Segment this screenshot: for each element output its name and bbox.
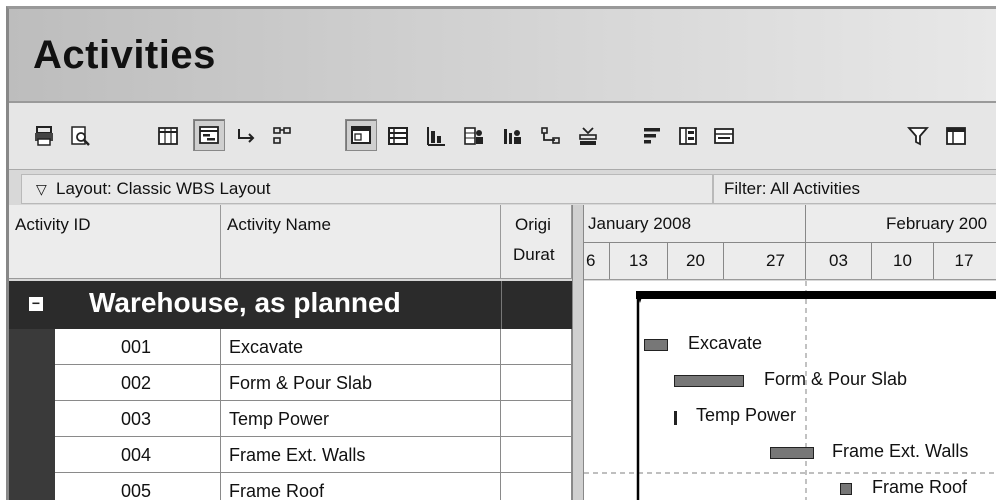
wbs-indent-bar xyxy=(9,329,55,500)
print-icon[interactable] xyxy=(29,121,59,151)
activity-bar[interactable] xyxy=(770,447,814,459)
activity-bar-label: Frame Ext. Walls xyxy=(832,441,969,461)
activity-id-cell[interactable]: 004 xyxy=(55,437,221,473)
activity-id-cell[interactable]: 002 xyxy=(55,365,221,401)
orig-dur-cell[interactable] xyxy=(501,329,572,365)
activity-bar-label: Form & Pour Slab xyxy=(764,369,908,389)
timescale-week: 20 xyxy=(668,243,724,279)
activity-id-cell[interactable]: 001 xyxy=(55,329,221,365)
orig-dur-cell[interactable] xyxy=(501,401,572,437)
filter-icon[interactable] xyxy=(903,121,933,151)
toolbar xyxy=(9,103,996,170)
table-row[interactable]: 004 Frame Ext. Walls xyxy=(55,437,572,473)
activity-details-icon[interactable] xyxy=(383,121,413,151)
filter-indicator[interactable]: Filter: All Activities xyxy=(713,174,996,204)
activity-id-cell[interactable]: 003 xyxy=(55,401,221,437)
layout-icon[interactable] xyxy=(941,121,971,151)
activity-bar-label: Temp Power xyxy=(696,405,797,425)
gantt-gridlines xyxy=(584,281,996,500)
orig-dur-cell[interactable] xyxy=(501,437,572,473)
timescale-week: 03 xyxy=(806,243,872,279)
milestone-marker[interactable] xyxy=(674,411,677,425)
pane-splitter[interactable] xyxy=(572,205,584,500)
activity-name-cell[interactable]: Temp Power xyxy=(221,401,501,437)
column-header-activity-id[interactable]: Activity ID xyxy=(9,205,221,279)
gantt-timescale: January 2008 February 200 6 13 20 27 03 … xyxy=(584,205,996,280)
wbs-icon[interactable] xyxy=(267,121,297,151)
trace-logic-icon[interactable] xyxy=(535,121,565,151)
timescale-week: 10 xyxy=(872,243,934,279)
table-row[interactable]: 002 Form & Pour Slab xyxy=(55,365,572,401)
group-icon[interactable] xyxy=(673,121,703,151)
activity-name-cell[interactable]: Frame Ext. Walls xyxy=(221,437,501,473)
print-preview-icon[interactable] xyxy=(65,121,95,151)
table-row[interactable]: 005 Frame Roof xyxy=(55,473,572,500)
activity-table: − Warehouse, as planned 001 Excavate 002… xyxy=(9,281,572,500)
activity-name-cell[interactable]: Form & Pour Slab xyxy=(221,365,501,401)
column-header-activity-name[interactable]: Activity Name xyxy=(221,205,501,279)
progress-icon[interactable] xyxy=(573,121,603,151)
orig-dur-cell[interactable] xyxy=(501,473,572,500)
column-header-label: Activity ID xyxy=(15,215,91,234)
resource-usage-icon[interactable] xyxy=(497,121,527,151)
layout-selector[interactable]: ▽ Layout: Classic WBS Layout xyxy=(21,174,713,204)
layout-label: Layout: Classic WBS Layout xyxy=(56,179,271,198)
orig-dur-cell[interactable] xyxy=(501,365,572,401)
activity-name-cell[interactable]: Excavate xyxy=(221,329,501,365)
timescale-month: January 2008 xyxy=(584,205,806,243)
column-header-label: Activity Name xyxy=(227,215,331,234)
filter-label: Filter: All Activities xyxy=(724,179,861,198)
window-title: Activities xyxy=(33,33,216,77)
wbs-orig-dur-cell xyxy=(501,281,572,329)
wbs-name: Warehouse, as planned xyxy=(89,287,401,318)
activity-name-cell[interactable]: Frame Roof xyxy=(221,473,501,500)
relationship-icon[interactable] xyxy=(231,121,261,151)
column-header-label-line2: Durat xyxy=(513,245,555,264)
activity-bar[interactable] xyxy=(674,375,744,387)
bars-icon[interactable] xyxy=(193,119,225,151)
activity-bar-label: Excavate xyxy=(688,333,763,353)
column-header-original-duration[interactable]: Origi Durat xyxy=(501,205,572,279)
table-row[interactable]: 001 Excavate xyxy=(55,329,572,365)
activity-table-icon[interactable] xyxy=(345,119,377,151)
activity-bar[interactable] xyxy=(644,339,668,351)
table-row[interactable]: 003 Temp Power xyxy=(55,401,572,437)
timescale-icon[interactable] xyxy=(709,121,739,151)
chevron-down-icon[interactable]: ▽ xyxy=(36,175,47,203)
timescale-week: 6 xyxy=(584,243,610,279)
timescale-week: 17 xyxy=(954,251,974,270)
timescale-month: February 200 xyxy=(806,205,996,243)
activities-window: Activities ▽ Layout: Classic WBS Layout … xyxy=(6,6,996,500)
columns-icon[interactable] xyxy=(153,121,183,151)
activity-bar[interactable] xyxy=(840,483,852,495)
window-titlebar: Activities xyxy=(9,9,996,103)
activity-usage-icon[interactable] xyxy=(459,121,489,151)
timescale-week: 27 xyxy=(724,243,806,279)
sort-icon[interactable] xyxy=(637,121,667,151)
timescale-week: 13 xyxy=(610,243,668,279)
activity-bar-label: Frame Roof xyxy=(872,477,968,497)
gantt-chart[interactable]: Excavate Form & Pour Slab Temp Power Fra… xyxy=(584,281,996,500)
wbs-band[interactable]: − Warehouse, as planned xyxy=(9,281,572,329)
collapse-icon[interactable]: − xyxy=(29,296,43,311)
gantt-chart-icon[interactable] xyxy=(421,121,451,151)
column-header-label: Origi xyxy=(515,215,551,234)
activity-id-cell[interactable]: 005 xyxy=(55,473,221,500)
